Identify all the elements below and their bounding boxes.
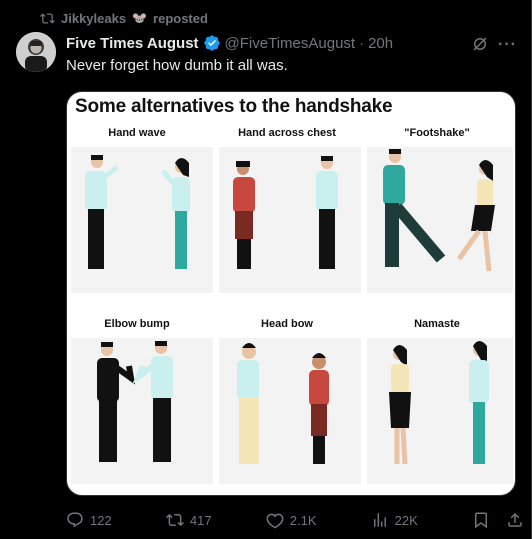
namaste-illustration <box>367 338 513 484</box>
avatar[interactable] <box>16 32 56 72</box>
avatar-image <box>16 32 56 72</box>
head-bow-illustration <box>219 338 361 484</box>
repost-label: reposted <box>153 10 208 26</box>
label-hand-across-chest: Hand across chest <box>238 127 336 139</box>
label-footshake: "Footshake" <box>404 127 470 139</box>
repost-count: 417 <box>189 512 212 528</box>
more-icon[interactable]: ··· <box>498 36 517 54</box>
repost-emoji: 🐭 <box>132 11 148 25</box>
tweet-text: Never forget how dumb it all was. <box>66 57 288 74</box>
reply-icon <box>67 512 83 528</box>
like-icon <box>266 513 284 529</box>
repost-context[interactable]: Jikkyleaks 🐭 reposted <box>40 8 208 28</box>
repost-icon <box>165 513 184 527</box>
like-count: 2.1K <box>289 512 317 528</box>
separator: · <box>359 34 365 52</box>
share-icon[interactable] <box>506 511 524 529</box>
repost-icon <box>40 12 55 24</box>
label-hand-wave: Hand wave <box>108 127 166 139</box>
action-bar: 122 417 2.1K 22K <box>66 508 524 532</box>
elbow-bump-illustration <box>71 338 213 484</box>
tweet-card[interactable]: Jikkyleaks 🐭 reposted Five Times August … <box>0 0 532 539</box>
verified-badge-icon[interactable] <box>203 34 221 52</box>
views-button[interactable]: 22K <box>371 511 418 529</box>
display-name[interactable]: Five Times August <box>66 35 199 52</box>
timestamp[interactable]: 20h <box>368 35 393 52</box>
label-elbow-bump: Elbow bump <box>104 318 170 330</box>
handle[interactable]: @FiveTimesAugust <box>225 35 356 52</box>
views-count: 22K <box>394 512 418 528</box>
like-button[interactable]: 2.1K <box>266 511 317 529</box>
hand-across-chest-illustration <box>219 147 361 293</box>
label-head-bow: Head bow <box>261 318 313 330</box>
right-actions <box>472 511 524 529</box>
tweet-header: Five Times August @FiveTimesAugust · 20h <box>66 33 519 53</box>
tweet-media-image[interactable]: Some alternatives to the handshake Hand … <box>66 91 516 496</box>
repost-button[interactable]: 417 <box>165 511 212 529</box>
hand-wave-illustration <box>71 147 213 293</box>
label-namaste: Namaste <box>414 318 460 330</box>
footshake-illustration <box>367 147 513 293</box>
reply-count: 122 <box>90 512 112 528</box>
media-title: Some alternatives to the handshake <box>75 96 393 117</box>
bookmark-icon[interactable] <box>472 511 490 529</box>
views-icon <box>373 513 386 527</box>
reply-button[interactable]: 122 <box>66 511 112 529</box>
repost-user[interactable]: Jikkyleaks <box>61 11 126 26</box>
grok-icon[interactable] <box>471 35 489 53</box>
